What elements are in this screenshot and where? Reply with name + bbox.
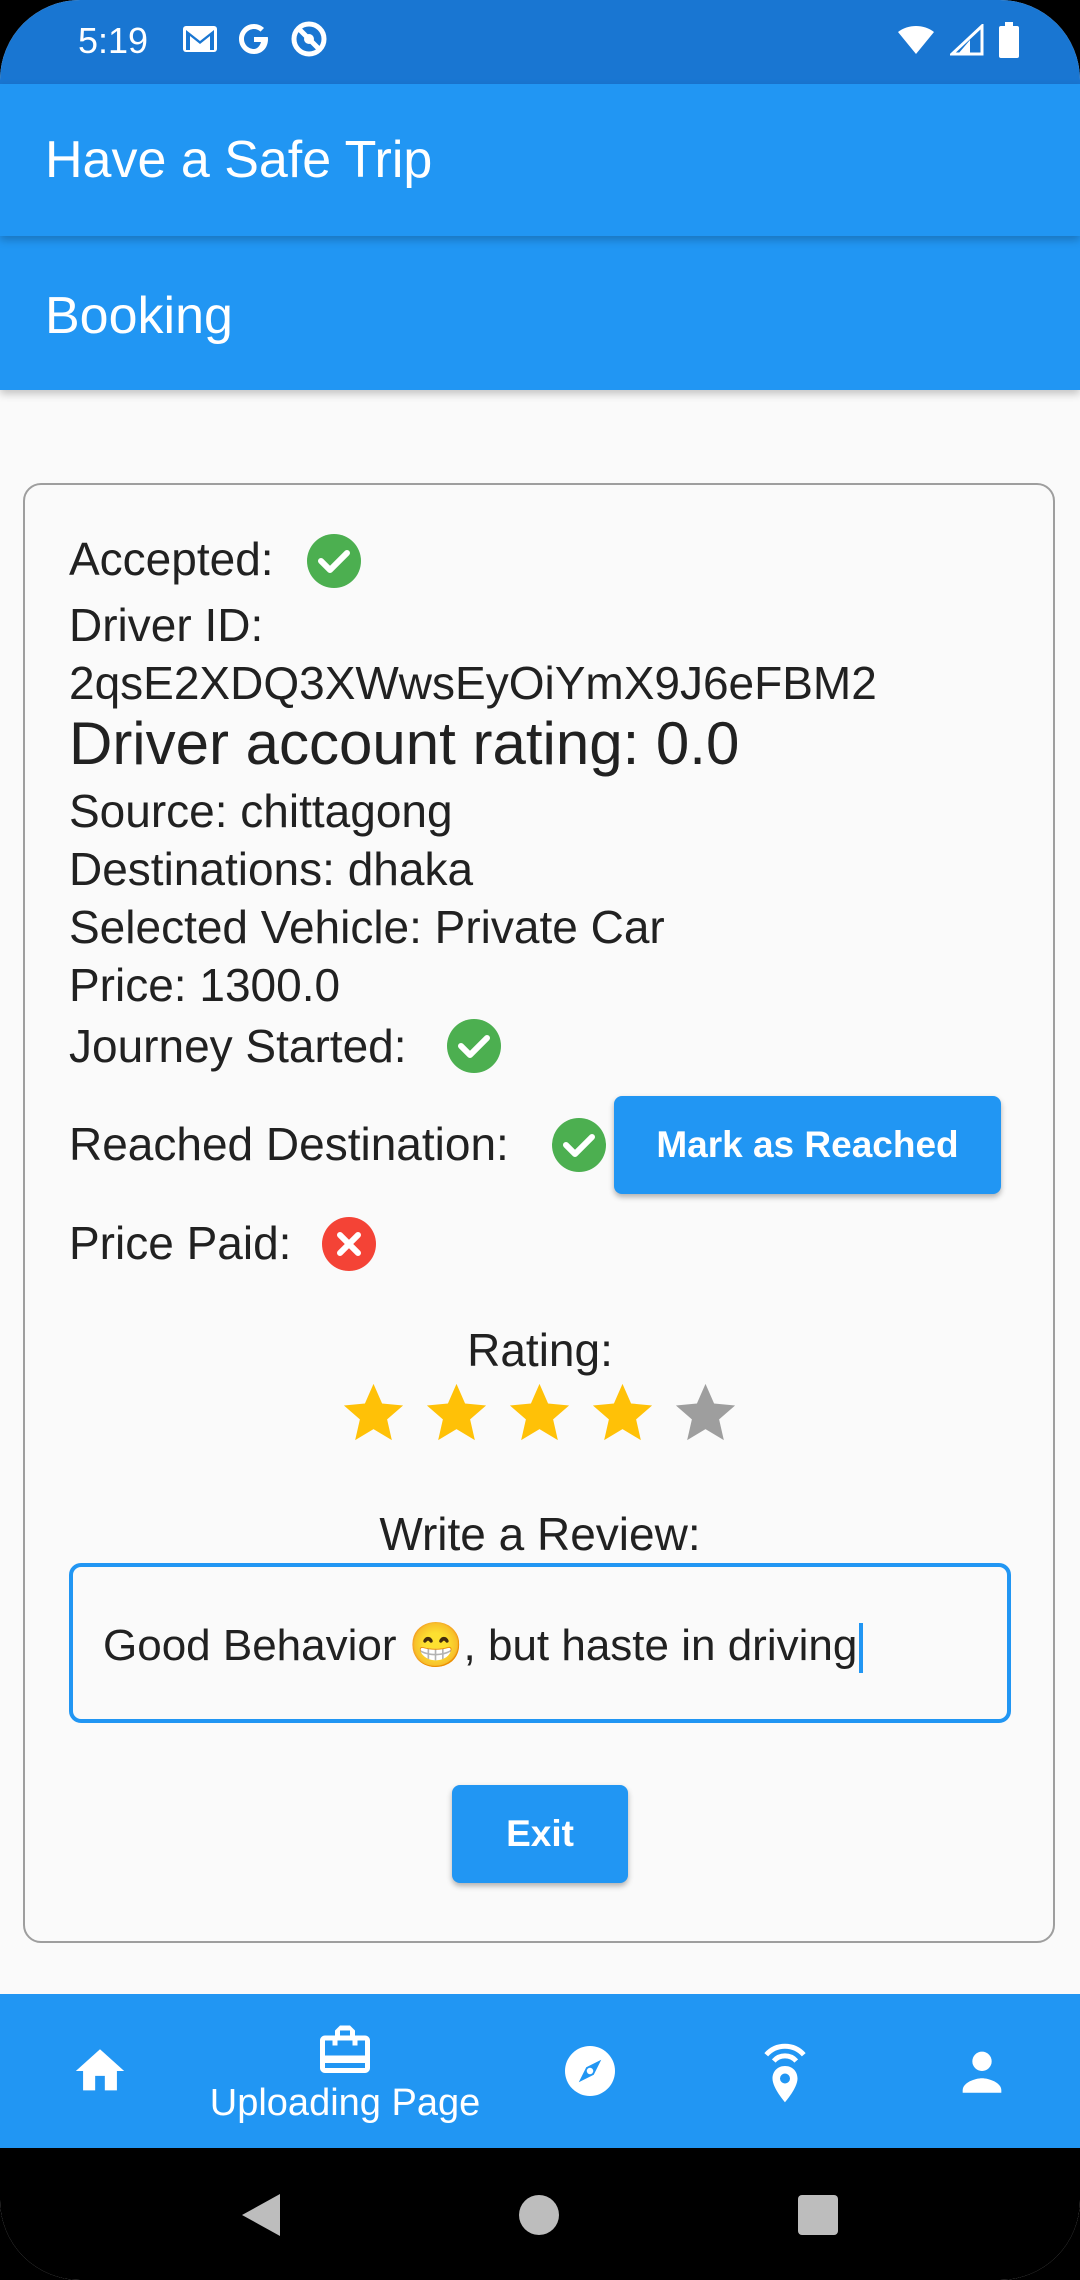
app-title: Have a Safe Trip	[45, 131, 433, 189]
check-circle-icon	[447, 1019, 501, 1073]
exit-button[interactable]: Exit	[452, 1785, 628, 1883]
reached-destination-label: Reached Destination:	[69, 1118, 509, 1170]
system-navigation-bar	[0, 2148, 1080, 2280]
source-text: Source: chittagong	[69, 785, 453, 837]
cancel-circle-icon	[322, 1217, 376, 1271]
star-icon[interactable]	[338, 1378, 409, 1449]
recents-icon[interactable]	[797, 2194, 839, 2236]
compass-icon	[565, 2046, 615, 2096]
bottom-navigation: Uploading Page	[0, 1994, 1080, 2148]
mark-as-reached-button[interactable]: Mark as Reached	[614, 1096, 1001, 1194]
rating-stars[interactable]	[338, 1378, 741, 1449]
notification-icons	[182, 20, 328, 58]
driver-rating: Driver account rating: 0.0	[69, 710, 740, 777]
price-text: Price: 1300.0	[69, 959, 341, 1011]
review-label: Write a Review:	[379, 1508, 701, 1560]
status-bar: 5:19	[0, 0, 1080, 84]
google-icon	[239, 24, 268, 54]
vpn-icon	[291, 21, 327, 57]
signal-icon	[950, 24, 984, 56]
driver-id-value: 2qsE2XDQ3XWwsEyOiYmX9J6eFBM2	[69, 657, 877, 709]
check-circle-icon	[307, 534, 361, 588]
check-circle-icon	[552, 1118, 606, 1172]
star-icon[interactable]	[504, 1378, 575, 1449]
section-title: Booking	[45, 287, 233, 345]
review-input[interactable]: Good Behavior 😁, but haste in driving	[69, 1563, 1011, 1723]
driver-id-label: Driver ID:	[69, 599, 264, 651]
person-icon	[962, 2051, 1002, 2093]
battery-icon	[999, 22, 1019, 58]
star-icon[interactable]	[587, 1378, 658, 1449]
review-text: Good Behavior 😁, but haste in driving	[103, 1621, 858, 1670]
rating-label: Rating:	[467, 1324, 613, 1376]
system-icons	[896, 22, 1020, 58]
nav-label: Uploading Page	[209, 2081, 481, 2124]
journey-started-label: Journey Started:	[69, 1020, 407, 1072]
nav-profile[interactable]	[922, 1994, 1042, 2148]
accepted-label: Accepted:	[69, 533, 274, 585]
text-cursor	[859, 1623, 864, 1674]
star-icon[interactable]	[421, 1378, 492, 1449]
price-paid-label: Price Paid:	[69, 1217, 292, 1269]
back-icon[interactable]	[238, 2192, 282, 2238]
briefcase-icon	[320, 2025, 370, 2073]
home-icon	[75, 2049, 125, 2091]
home-circle-icon[interactable]	[518, 2194, 560, 2236]
wifi-icon	[898, 26, 934, 54]
nav-home[interactable]	[40, 1994, 160, 2148]
nav-location[interactable]	[725, 1994, 845, 2148]
status-time: 5:19	[78, 20, 149, 61]
section-bar: Booking	[0, 236, 1080, 390]
star-empty-icon[interactable]	[670, 1378, 741, 1449]
location-signal-icon	[764, 2043, 806, 2103]
destinations-text: Destinations: dhaka	[69, 843, 474, 895]
vehicle-text: Selected Vehicle: Private Car	[69, 901, 665, 953]
screen: 5:19 Have a Safe Trip Booking Accepted: …	[0, 0, 1080, 2280]
nav-uploading-page[interactable]: Uploading Page	[200, 1994, 490, 2148]
gmail-icon	[183, 26, 217, 52]
nav-explore[interactable]	[530, 1994, 650, 2148]
app-bar: Have a Safe Trip	[0, 84, 1080, 236]
